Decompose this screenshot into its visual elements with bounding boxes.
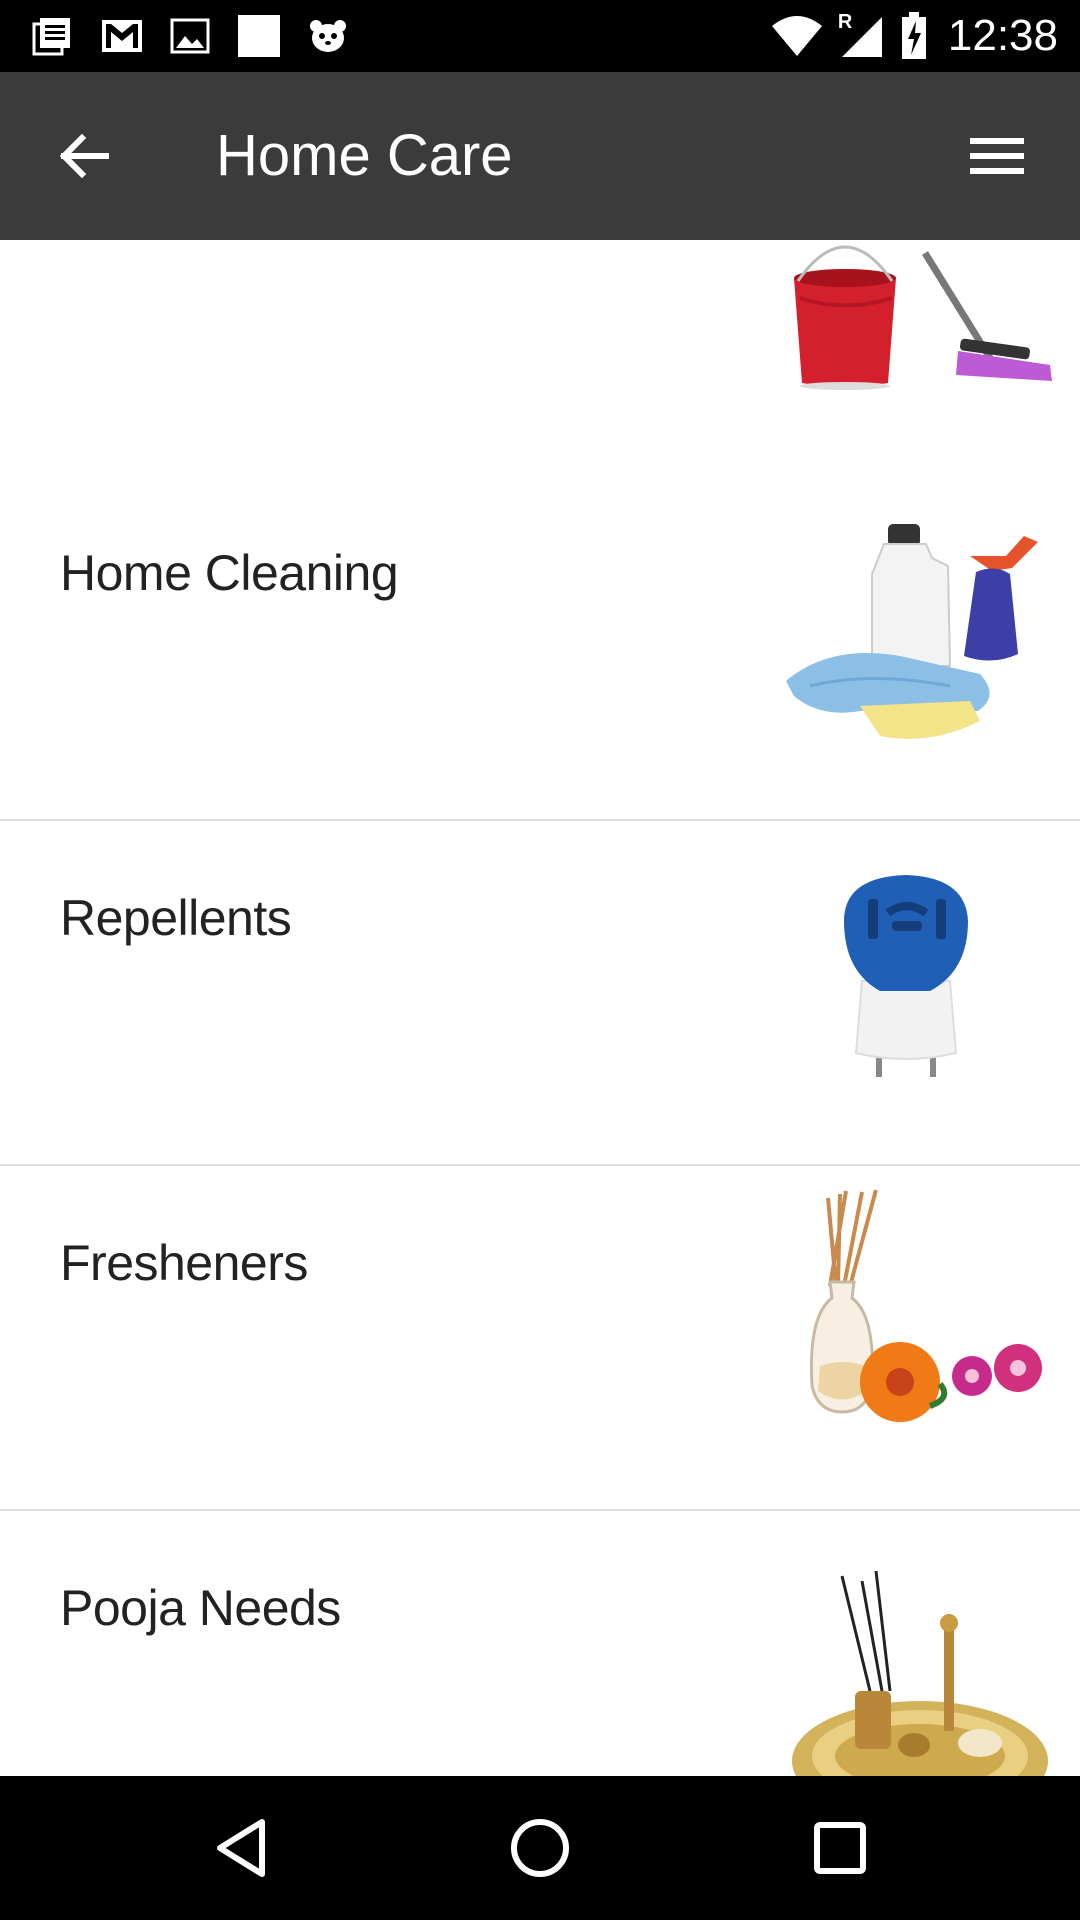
recents-square-icon [814, 1822, 866, 1874]
category-row-pooja-needs[interactable]: Pooja Needs [0, 1511, 1080, 1776]
arrow-left-icon [59, 133, 109, 179]
navigation-bar [0, 1776, 1080, 1920]
hamburger-menu-icon [970, 138, 1024, 174]
category-row-home-cleaning[interactable]: Home Cleaning [0, 476, 1080, 821]
cleaning-supplies-image [780, 496, 1060, 796]
pooja-thali-image [780, 1531, 1060, 1776]
category-list: Home Cleaning Repellents Fresheners Pooj… [0, 240, 1080, 1776]
back-button[interactable] [44, 116, 124, 196]
home-circle-icon [511, 1819, 569, 1877]
back-triangle-icon [217, 1819, 265, 1877]
category-label: Fresheners [60, 1235, 308, 1291]
page-title: Home Care [216, 123, 513, 188]
notes-icon [30, 14, 74, 58]
nav-home-button[interactable] [500, 1808, 580, 1888]
nav-back-button[interactable] [202, 1808, 282, 1888]
nav-recents-button[interactable] [800, 1808, 880, 1888]
category-label: Home Cleaning [60, 545, 399, 601]
category-row-floor-care[interactable] [0, 240, 1080, 478]
foodpanda-icon [308, 18, 348, 54]
wifi-icon [770, 14, 824, 58]
category-label: Pooja Needs [60, 1580, 341, 1636]
status-bar: R 12:38 [0, 0, 1080, 72]
freshener-image [780, 1186, 1060, 1486]
repellent-plug-image [780, 841, 1060, 1141]
battery-charging-icon [900, 11, 928, 61]
status-time: 12:38 [947, 11, 1058, 60]
app-bar: Home Care [0, 72, 1080, 240]
roaming-letter: R [837, 11, 853, 33]
blank-notification-icon [236, 13, 282, 59]
category-row-repellents[interactable]: Repellents [0, 821, 1080, 1166]
gallery-icon [170, 18, 210, 54]
menu-button[interactable] [952, 120, 1042, 192]
roaming-signal-icon: R [837, 11, 886, 59]
category-label: Repellents [60, 890, 292, 946]
category-row-fresheners[interactable]: Fresheners [0, 1166, 1080, 1511]
gmail-icon [100, 18, 144, 54]
bucket-mop-image [780, 240, 1060, 453]
